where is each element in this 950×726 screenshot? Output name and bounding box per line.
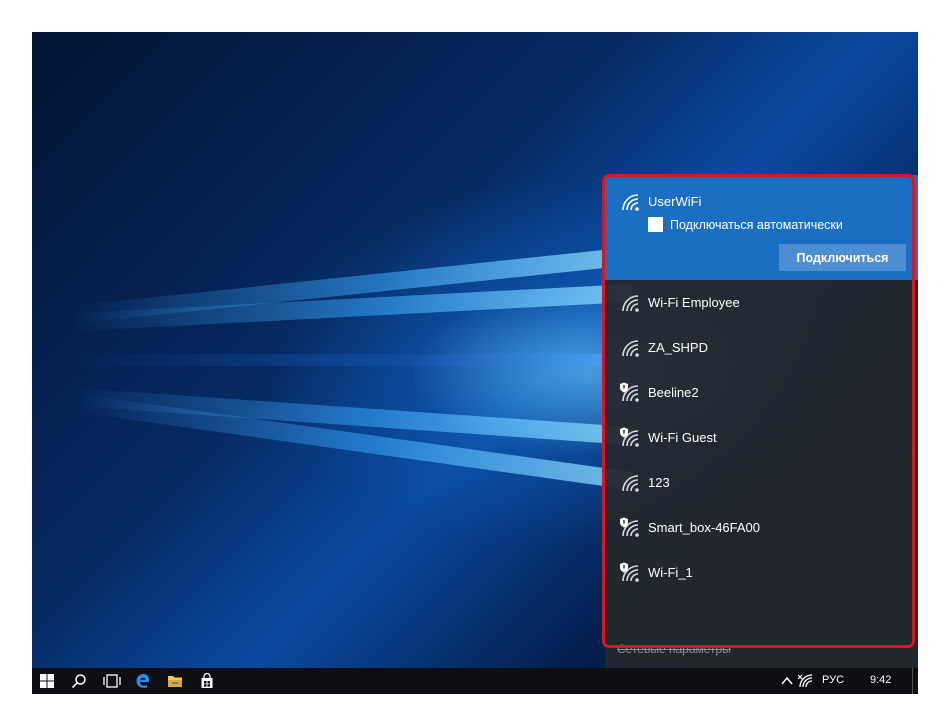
network-list-item[interactable]: Wi-Fi Guest xyxy=(605,415,918,460)
connect-button[interactable]: Подключиться xyxy=(779,244,906,271)
start-windows-icon[interactable] xyxy=(32,668,62,694)
network-name: Smart_box-46FA00 xyxy=(648,520,761,535)
store-icon[interactable] xyxy=(192,668,222,694)
search-icon[interactable] xyxy=(64,668,94,694)
wifi-signal-icon xyxy=(619,472,641,494)
show-desktop-button[interactable] xyxy=(912,668,918,694)
wifi-signal-icon xyxy=(619,191,641,213)
wifi-secured-shield-icon xyxy=(619,427,641,449)
wifi-secured-shield-icon xyxy=(619,382,641,404)
network-tray-icon[interactable] xyxy=(792,668,822,694)
auto-connect-label: Подключаться автоматически xyxy=(670,218,843,232)
network-list-item[interactable]: 123 xyxy=(605,460,918,505)
clock[interactable]: 9:42 xyxy=(870,674,891,686)
selected-network-userwifi[interactable]: UserWiFi Подключаться автоматически Подк… xyxy=(605,175,918,280)
network-list-item[interactable]: Wi-Fi Employee xyxy=(605,280,918,325)
network-name: Wi-Fi_1 xyxy=(648,565,693,580)
network-name: UserWiFi xyxy=(648,194,702,209)
auto-connect-checkbox[interactable] xyxy=(648,217,663,232)
file-explorer-icon[interactable] xyxy=(160,668,190,694)
network-name: Beeline2 xyxy=(648,385,699,400)
desktop: UserWiFi Подключаться автоматически Подк… xyxy=(32,32,918,694)
network-list-item[interactable]: ZA_SHPD xyxy=(605,325,918,370)
network-name: Wi-Fi Guest xyxy=(648,430,717,445)
wifi-signal-icon xyxy=(619,337,641,359)
network-name: ZA_SHPD xyxy=(648,340,708,355)
network-list-item[interactable]: Beeline2 xyxy=(605,370,918,415)
wifi-secured-shield-icon xyxy=(619,562,641,584)
wifi-flyout-panel: UserWiFi Подключаться автоматически Подк… xyxy=(605,175,918,669)
taskbar: РУС 9:42 xyxy=(32,668,918,694)
network-name: Wi-Fi Employee xyxy=(648,295,740,310)
wallpaper-light-beam xyxy=(72,354,632,366)
wifi-signal-icon xyxy=(619,292,641,314)
network-list-item[interactable]: Smart_box-46FA00 xyxy=(605,505,918,550)
task-view-icon[interactable] xyxy=(96,668,126,694)
language-indicator[interactable]: РУС xyxy=(822,674,844,686)
edge-browser-icon[interactable] xyxy=(128,668,158,694)
wifi-secured-shield-icon xyxy=(619,517,641,539)
network-name: 123 xyxy=(648,475,670,490)
network-settings-link[interactable]: Сетевые параметры xyxy=(617,642,731,656)
network-list-item[interactable]: Wi-Fi_1 xyxy=(605,550,918,595)
